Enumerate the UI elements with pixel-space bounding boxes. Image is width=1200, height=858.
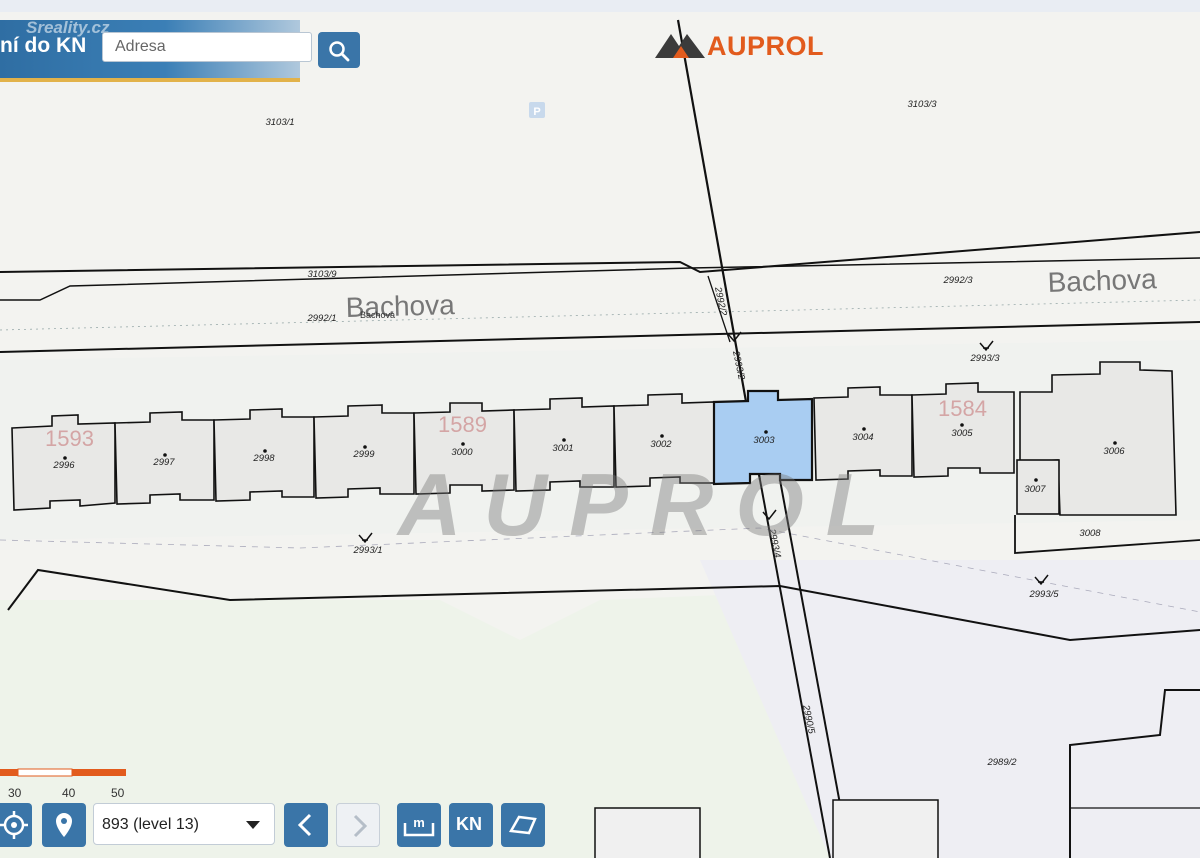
map-pin-icon bbox=[56, 813, 72, 837]
parking-label: P bbox=[533, 106, 540, 118]
street-name-small: Bachova bbox=[360, 310, 395, 320]
chevron-down-icon bbox=[246, 821, 260, 829]
logo-text: AUPROL bbox=[707, 31, 824, 61]
area-button[interactable] bbox=[501, 803, 545, 847]
parcel-label: 3007 bbox=[1024, 484, 1046, 495]
kn-button[interactable]: KN bbox=[449, 803, 493, 847]
parcel-label: 3005 bbox=[951, 428, 973, 439]
parcel-label: 3001 bbox=[552, 443, 573, 454]
svg-text:2992/1: 2992/1 bbox=[306, 313, 336, 324]
parcel-label: 3006 bbox=[1103, 446, 1125, 457]
previous-button[interactable] bbox=[284, 803, 328, 847]
svg-text:3103/1: 3103/1 bbox=[265, 117, 294, 128]
svg-text:2993/3: 2993/3 bbox=[969, 353, 1000, 364]
search-icon bbox=[329, 41, 350, 62]
parcel-label: 3002 bbox=[650, 439, 672, 450]
level-select-value: 893 (level 13) bbox=[102, 816, 199, 833]
auprol-logo: AUPROL bbox=[655, 28, 824, 62]
level-select[interactable]: 893 (level 13) bbox=[93, 803, 275, 845]
house-number: 1589 bbox=[438, 412, 487, 437]
parcel-label: 3008 bbox=[1079, 528, 1101, 539]
svg-text:2993/1: 2993/1 bbox=[352, 545, 382, 556]
parcel-label: 2998 bbox=[252, 453, 275, 464]
house-number: 1593 bbox=[45, 426, 94, 451]
svg-text:2993/5: 2993/5 bbox=[1028, 589, 1059, 600]
parcel-label: 2997 bbox=[152, 457, 175, 468]
parcel-label: 3004 bbox=[852, 432, 873, 443]
parcel-label: 2999 bbox=[352, 449, 375, 460]
top-bar bbox=[0, 0, 1200, 12]
svg-text:3103/3: 3103/3 bbox=[907, 99, 937, 110]
polygon-icon bbox=[508, 815, 537, 835]
search-button[interactable] bbox=[318, 32, 360, 68]
parcel-label: 3003 bbox=[753, 435, 775, 446]
ruler-icon: m bbox=[403, 815, 435, 837]
cadastral-map[interactable]: 2996 2997 2998 2999 3000 3001 3002 3003 … bbox=[0, 0, 1200, 858]
chevron-left-icon bbox=[297, 813, 312, 837]
svg-text:3103/9: 3103/9 bbox=[307, 269, 337, 280]
map-watermark: AUPROL bbox=[396, 455, 902, 554]
marker-button[interactable] bbox=[42, 803, 86, 847]
svg-text:2992/3: 2992/3 bbox=[942, 275, 973, 286]
chevron-right-icon bbox=[353, 814, 368, 838]
measure-button[interactable]: m bbox=[397, 803, 441, 847]
crosshair-icon bbox=[0, 811, 28, 839]
svg-text:2989/2: 2989/2 bbox=[986, 757, 1017, 768]
panel-title: ní do KN bbox=[0, 34, 87, 57]
kn-label: KN bbox=[456, 814, 482, 834]
svg-text:m: m bbox=[413, 815, 425, 830]
logo-icon bbox=[655, 34, 705, 58]
locate-button[interactable] bbox=[0, 803, 32, 847]
house-number: 1584 bbox=[938, 396, 987, 421]
parcel-label: 2996 bbox=[52, 460, 75, 471]
next-button[interactable] bbox=[336, 803, 380, 847]
address-input[interactable] bbox=[102, 32, 312, 62]
kn-search-panel: Sreality.cz ní do KN bbox=[0, 18, 360, 82]
street-name: Bachova bbox=[1047, 263, 1157, 298]
